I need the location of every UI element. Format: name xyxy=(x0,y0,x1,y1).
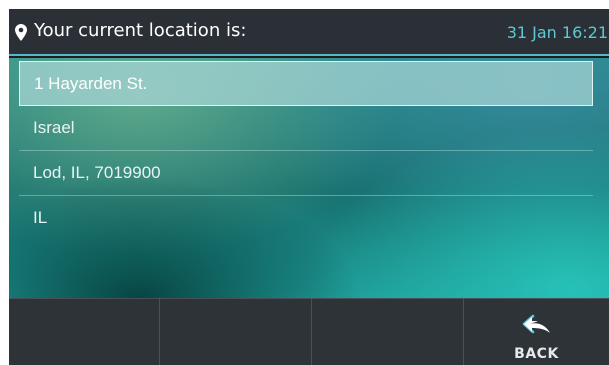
list-item-label: Lod, IL, 7019900 xyxy=(33,163,161,182)
date-time: 31 Jan 16:21 xyxy=(506,23,608,42)
list-item-address[interactable]: 1 Hayarden St. xyxy=(19,61,593,106)
back-arrow-icon xyxy=(522,314,550,334)
header-bar: Your current location is: 31 Jan 16:21 xyxy=(9,9,609,56)
list-item-label: Israel xyxy=(33,118,75,137)
list-item-country-code[interactable]: IL xyxy=(19,196,593,241)
softkey-3[interactable] xyxy=(312,299,464,365)
list-item-label: IL xyxy=(33,208,48,227)
page-title: Your current location is: xyxy=(34,20,247,41)
list-item-city[interactable]: Lod, IL, 7019900 xyxy=(19,151,593,196)
phone-screen: Your current location is: 31 Jan 16:21 1… xyxy=(9,9,609,365)
list-item-label: 1 Hayarden St. xyxy=(34,74,148,93)
softkey-1[interactable] xyxy=(9,299,160,365)
back-label: BACK xyxy=(514,346,559,362)
softkey-2[interactable] xyxy=(160,299,312,365)
location-list: 1 Hayarden St. Israel Lod, IL, 7019900 I… xyxy=(9,58,609,298)
list-item-country[interactable]: Israel xyxy=(19,106,593,151)
location-pin-icon xyxy=(15,24,27,41)
back-button[interactable]: BACK xyxy=(464,299,609,365)
softkey-bar: BACK xyxy=(9,298,609,365)
